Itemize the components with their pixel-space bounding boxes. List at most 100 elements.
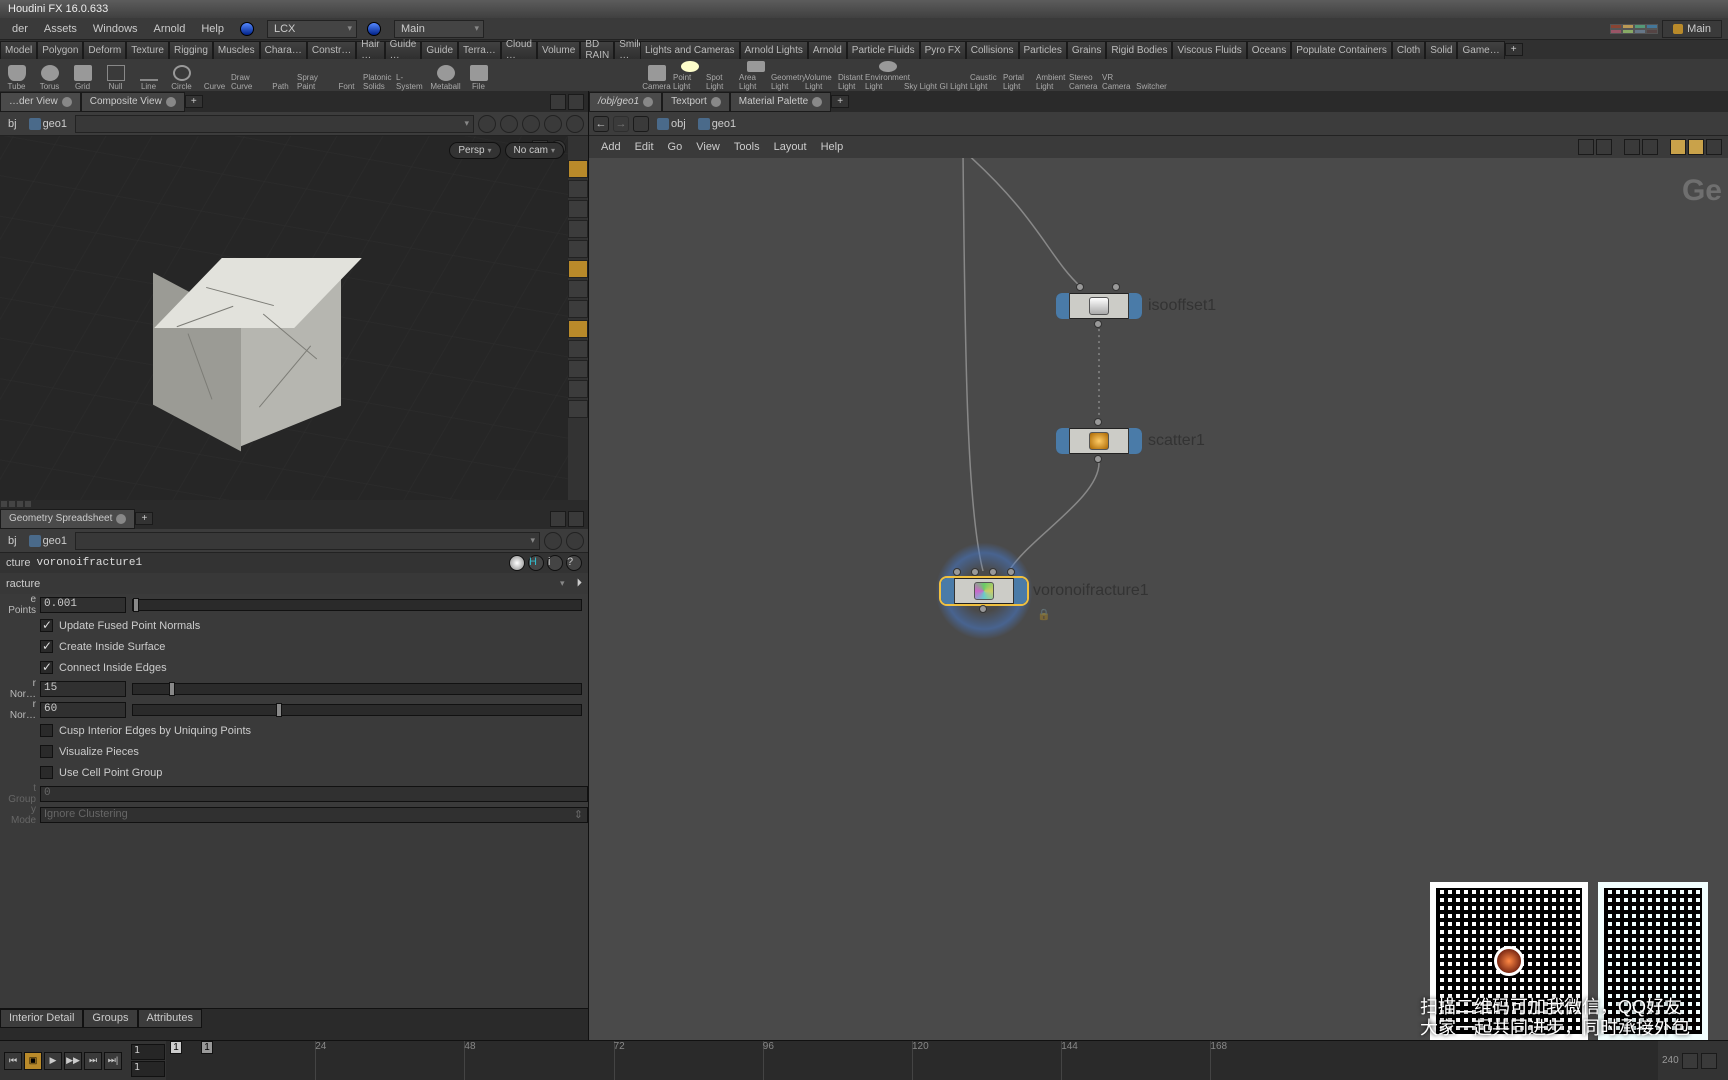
tool-file[interactable]: File (462, 61, 495, 91)
tool-arealight[interactable]: Area Light (739, 61, 772, 91)
wire[interactable] (965, 158, 1081, 287)
iconbtn[interactable] (522, 115, 540, 133)
pane-menu-button[interactable] (568, 94, 584, 110)
display-toggle[interactable] (568, 380, 588, 398)
tool-spraypaint[interactable]: Spray Paint (297, 61, 330, 91)
shelf-tab[interactable]: Solid (1425, 41, 1457, 59)
tab-renderview[interactable]: …der View (0, 92, 81, 112)
shelf-tab[interactable]: Viscous Fluids (1172, 41, 1246, 59)
shelf-tab[interactable]: Model (0, 41, 37, 59)
input-port[interactable] (1094, 418, 1102, 426)
tab-groups[interactable]: Groups (83, 1009, 137, 1028)
crumb-geo[interactable]: geo1 (25, 533, 71, 549)
tool-spotlight[interactable]: Spot Light (706, 61, 739, 91)
crumb-obj[interactable]: bj (4, 533, 21, 549)
note-icon[interactable] (1670, 139, 1686, 155)
display-toggle[interactable] (568, 400, 588, 418)
input-port[interactable] (989, 568, 997, 576)
wire[interactable] (963, 158, 983, 571)
shelf-tab[interactable]: Hair … (356, 41, 384, 59)
play-cook-icon[interactable]: ⏵ (571, 577, 589, 590)
shelf-tab[interactable]: Guide (421, 41, 458, 59)
pin-button[interactable] (478, 115, 496, 133)
pane-max-button[interactable] (550, 511, 566, 527)
add-tab-button[interactable]: + (135, 512, 153, 525)
shelf-tab[interactable]: Grains (1067, 41, 1106, 59)
display-toggle[interactable] (568, 220, 588, 238)
tool-camera[interactable]: Camera (640, 61, 673, 91)
display-toggle[interactable] (568, 180, 588, 198)
display-toggle[interactable] (568, 260, 588, 278)
context-combo-1[interactable]: LCX (267, 20, 357, 38)
tab-material-palette[interactable]: Material Palette (730, 92, 831, 112)
audio-icon[interactable] (1682, 1053, 1698, 1069)
tool-path[interactable]: Path (264, 61, 297, 91)
shelf-tab[interactable]: Guide … (385, 41, 422, 59)
play-first-button[interactable]: ⏮ (4, 1052, 22, 1070)
display-toggle[interactable] (568, 360, 588, 378)
interior-normal-slider[interactable] (132, 704, 582, 716)
crumb-dropdown[interactable] (75, 532, 540, 550)
context-combo-2[interactable]: Main (394, 20, 484, 38)
tool-stereocamera[interactable]: Stereo Camera (1069, 61, 1102, 91)
tool-volumelight[interactable]: Volume Light (805, 61, 838, 91)
pane-max-button[interactable] (550, 94, 566, 110)
desktop-selector[interactable]: Main (1662, 20, 1722, 38)
chk-inside-surface[interactable] (40, 640, 53, 653)
menu-assets[interactable]: Assets (38, 21, 83, 37)
add-tab-button[interactable]: + (831, 95, 849, 108)
tab-textport[interactable]: Textport (662, 92, 730, 112)
crumb-obj[interactable]: bj (4, 116, 21, 132)
netmenu-go[interactable]: Go (662, 139, 689, 155)
tool-null[interactable]: Null (99, 61, 132, 91)
menu-render[interactable]: der (6, 21, 34, 37)
netmenu-edit[interactable]: Edit (629, 139, 660, 155)
wire[interactable] (1009, 463, 1099, 571)
param-scroll-hint[interactable] (0, 1028, 588, 1040)
gear-icon[interactable] (509, 555, 525, 571)
iconbtn[interactable] (566, 532, 584, 550)
shelf-tab[interactable]: Volume (537, 41, 580, 59)
display-toggle[interactable] (568, 340, 588, 358)
add-tab-button[interactable]: + (185, 95, 203, 108)
gear-icon[interactable] (711, 97, 721, 107)
tool-gilight[interactable]: GI Light (937, 61, 970, 91)
output-port[interactable] (1094, 320, 1102, 328)
history-button[interactable] (633, 116, 649, 132)
play-last-button[interactable]: ⏭ (84, 1052, 102, 1070)
chk-update-normals[interactable] (40, 619, 53, 632)
netmenu-tools[interactable]: Tools (728, 139, 766, 155)
crumb-obj[interactable]: obj (653, 116, 690, 132)
cusp-normal-slider[interactable] (132, 683, 582, 695)
chk-cusp-interior[interactable] (40, 724, 53, 737)
shelf-tab[interactable]: Game… (1457, 41, 1504, 59)
netmenu-view[interactable]: View (690, 139, 726, 155)
shelf-tab[interactable]: Cloth (1392, 41, 1425, 59)
tree-view-icon[interactable] (1596, 139, 1612, 155)
help-icon[interactable]: ? (566, 555, 582, 571)
input-port[interactable] (1076, 283, 1084, 291)
tool-geomlight[interactable]: Geometry Light (772, 61, 805, 91)
crumb-dropdown[interactable] (75, 115, 474, 133)
shelf-tab[interactable]: Cloud … (501, 41, 537, 59)
pane-menu-button[interactable] (568, 511, 584, 527)
netmenu-layout[interactable]: Layout (768, 139, 813, 155)
gear-icon[interactable] (116, 514, 126, 524)
gear-icon[interactable] (62, 97, 72, 107)
input-port[interactable] (1007, 568, 1015, 576)
node-name-field[interactable]: voronoifracture1 (36, 557, 142, 569)
fuse-points-slider[interactable] (132, 599, 582, 611)
shelf-tab[interactable]: Rigid Bodies (1106, 41, 1172, 59)
display-toggle[interactable] (568, 280, 588, 298)
tool-pointlight[interactable]: Point Light (673, 61, 706, 91)
tool-switcher[interactable]: Switcher (1135, 61, 1168, 91)
tab-compositeview[interactable]: Composite View (81, 92, 185, 112)
shelf-tab[interactable]: Rigging (169, 41, 213, 59)
shelf-tab[interactable]: Muscles (213, 41, 260, 59)
frame-marker-1[interactable]: 1 (170, 1041, 182, 1054)
display-toggle[interactable] (568, 320, 588, 338)
tool-lsystem[interactable]: L-System (396, 61, 429, 91)
shelf-tab[interactable]: Pyro FX (920, 41, 966, 59)
shelf-tab[interactable]: Texture (126, 41, 169, 59)
shelf-tab[interactable]: Deform (83, 41, 126, 59)
